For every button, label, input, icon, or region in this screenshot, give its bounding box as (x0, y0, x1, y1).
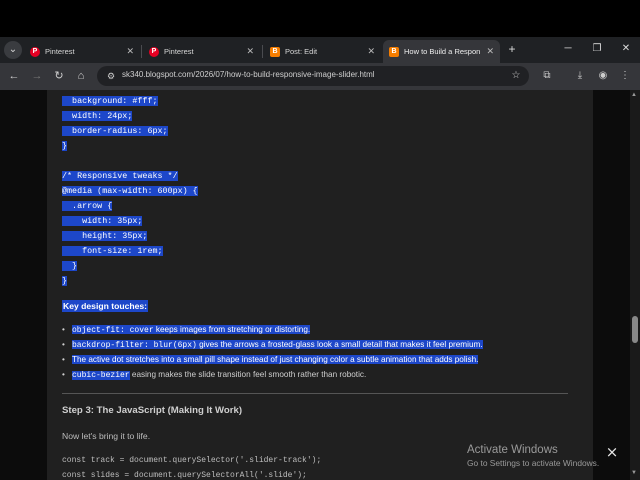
forward-icon[interactable]: → (30, 69, 44, 83)
tab-pinterest-1[interactable]: P Pinterest ✕ (24, 40, 140, 63)
close-tab-icon[interactable]: ✕ (126, 46, 134, 57)
home-icon[interactable]: ⌂ (74, 69, 88, 83)
list-item: cubic-bezier easing makes the slide tran… (62, 369, 572, 384)
url-text[interactable]: sk340.blogspot.com/2026/07/how-to-build-… (122, 70, 375, 79)
profile-icon[interactable]: ◉ (596, 69, 610, 83)
tab-post-edit[interactable]: B Post: Edit ✕ (264, 40, 381, 63)
activate-windows-watermark: Activate Windows Go to Settings to activ… (467, 444, 599, 468)
tab-title: Post: Edit (285, 47, 318, 56)
pinterest-icon: P (149, 46, 159, 57)
extensions-icon[interactable]: ⧉ (540, 69, 554, 83)
minimize-icon[interactable]: ─ (558, 42, 578, 56)
code-line: width: 35px; (62, 216, 143, 226)
restore-icon[interactable]: ❐ (587, 42, 607, 56)
tab-search-icon[interactable]: ⌄ (4, 41, 22, 59)
code-line: width: 24px; (62, 111, 133, 121)
tab-separator (141, 45, 142, 58)
reload-icon[interactable]: ↻ (52, 69, 66, 83)
design-heading: Key design touches: (62, 300, 149, 312)
menu-icon[interactable]: ⋮ (618, 69, 632, 83)
scrollbar[interactable] (630, 90, 640, 480)
close-window-icon[interactable]: ✕ (616, 42, 636, 56)
bookmark-star-icon[interactable]: ☆ (509, 69, 523, 83)
code-line: background: #fff; (62, 96, 158, 106)
code-line: font-size: 1rem; (62, 246, 163, 256)
scroll-down-icon[interactable]: ▼ (631, 470, 637, 476)
tab-separator (262, 45, 263, 58)
tab-title: Pinterest (45, 47, 75, 56)
tab-title: Pinterest (164, 47, 194, 56)
blogger-icon: B (270, 46, 280, 57)
section-divider (62, 393, 568, 394)
scroll-up-icon[interactable]: ▲ (631, 92, 637, 98)
back-icon[interactable]: ← (7, 69, 21, 83)
close-tab-icon[interactable]: ✕ (486, 46, 494, 57)
download-icon[interactable]: ⤓ (573, 69, 587, 83)
list-item: backdrop-filter: blur(6px) gives the arr… (62, 339, 572, 354)
js-code-line: const slides = document.querySelectorAll… (62, 471, 307, 480)
tab-pinterest-2[interactable]: P Pinterest ✕ (143, 40, 260, 63)
tab-how-to-build[interactable]: B How to Build a Respon ✕ (383, 40, 500, 63)
scrollbar-thumb[interactable] (632, 316, 638, 343)
blogger-icon: B (389, 46, 399, 57)
list-item: The active dot stretches into a small pi… (62, 354, 572, 369)
list-item: object-fit: cover keeps images from stre… (62, 324, 572, 339)
code-line: @media (max-width: 600px) { (62, 186, 198, 196)
activate-title: Activate Windows (467, 444, 558, 456)
step-heading: Step 3: The JavaScript (Making It Work) (62, 405, 243, 416)
tab-title: How to Build a Respon (404, 47, 481, 56)
code-line: height: 35px; (62, 231, 148, 241)
article-content (47, 90, 593, 480)
new-tab-button[interactable]: + (505, 42, 519, 56)
site-info-icon[interactable]: ⚙ (104, 69, 118, 83)
close-tab-icon[interactable]: ✕ (246, 46, 254, 57)
close-tab-icon[interactable]: ✕ (367, 46, 375, 57)
js-code-line: const track = document.querySelector('.s… (62, 456, 322, 465)
pinterest-icon: P (30, 46, 40, 57)
activate-subtitle: Go to Settings to activate Windows. (467, 458, 600, 468)
code-line: /* Responsive tweaks */ (62, 171, 178, 181)
design-bullet-list: object-fit: cover keeps images from stre… (62, 324, 572, 384)
code-line: } (62, 261, 78, 271)
top-black-bar (0, 0, 640, 37)
code-line: } (62, 141, 68, 151)
step-intro: Now let's bring it to life. (62, 431, 151, 441)
capcut-logo-icon: ⨯ (605, 444, 619, 461)
code-line: } (62, 276, 68, 286)
code-line: border-radius: 6px; (62, 126, 168, 136)
code-line: .arrow { (62, 201, 113, 211)
